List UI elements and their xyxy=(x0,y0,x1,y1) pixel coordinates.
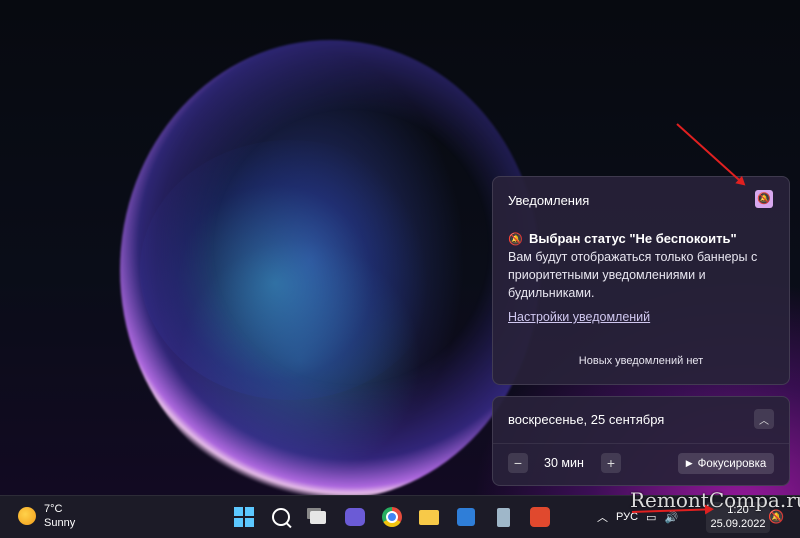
chat-icon xyxy=(345,508,365,526)
weather-widget[interactable]: 7°C Sunny xyxy=(18,502,75,530)
start-button[interactable] xyxy=(229,502,259,532)
focus-decrease-button[interactable]: − xyxy=(508,453,528,473)
file-explorer-icon xyxy=(419,509,439,525)
recycle-bin-icon xyxy=(496,507,510,527)
play-icon: ▶ xyxy=(685,458,693,468)
dnd-status-description: Вам будут отображаться только баннеры с … xyxy=(508,250,758,300)
calendar-date: воскресенье, 25 сентября xyxy=(508,412,665,427)
dnd-status-row: 🔕 Выбран статус "Не беспокоить" xyxy=(508,231,737,246)
task-view-icon xyxy=(310,510,326,524)
store-button[interactable] xyxy=(451,502,481,532)
plus-icon: + xyxy=(606,455,616,471)
no-notifications-message: Новых уведомлений нет xyxy=(578,355,704,367)
chrome-button[interactable] xyxy=(377,502,407,532)
start-focus-button[interactable]: ▶ Фокусировка xyxy=(678,453,774,474)
chat-button[interactable] xyxy=(340,502,370,532)
divider xyxy=(493,443,789,444)
file-explorer-button[interactable] xyxy=(414,502,444,532)
sun-icon xyxy=(18,507,36,525)
notification-settings-link[interactable]: Настройки уведомлений xyxy=(508,310,650,324)
calendar-collapse-button[interactable]: ︿ xyxy=(754,409,774,429)
red-app-button[interactable] xyxy=(525,502,555,532)
windows-start-icon xyxy=(234,507,254,527)
search-button[interactable] xyxy=(266,502,296,532)
recycle-bin-button[interactable] xyxy=(488,502,518,532)
do-not-disturb-toggle[interactable]: 🔕 xyxy=(755,190,773,208)
search-icon xyxy=(272,508,290,526)
bell-snooze-icon: 🔕 xyxy=(508,231,523,246)
volume-icon[interactable]: 🔊 xyxy=(664,511,678,524)
store-icon xyxy=(457,508,475,526)
calendar-panel: воскресенье, 25 сентября ︿ − 30 мин + ▶ … xyxy=(492,396,790,486)
weather-temperature: 7°C xyxy=(44,503,63,515)
minus-icon: − xyxy=(513,455,523,471)
start-focus-label: Фокусировка xyxy=(697,457,767,470)
task-view-button[interactable] xyxy=(303,502,333,532)
notification-center-panel: Уведомления 🔕 🔕 Выбран статус "Не беспок… xyxy=(492,176,790,385)
focus-increase-button[interactable]: + xyxy=(601,453,621,473)
clock-date: 25.09.2022 xyxy=(710,518,766,530)
weather-condition: Sunny xyxy=(44,517,76,529)
chrome-icon xyxy=(382,507,402,527)
bell-snooze-icon: 🔕 xyxy=(757,192,771,205)
watermark: RemontCompa.ru xyxy=(630,488,800,512)
taskbar-pinned-apps xyxy=(229,502,555,532)
notifications-title: Уведомления xyxy=(508,193,590,208)
show-hidden-icons-button[interactable]: ︿ xyxy=(597,509,608,525)
red-app-icon xyxy=(530,507,550,527)
focus-duration: 30 мин xyxy=(544,456,584,470)
chevron-up-icon: ︿ xyxy=(759,415,769,427)
dnd-status-title: Выбран статус "Не беспокоить" xyxy=(528,231,737,246)
